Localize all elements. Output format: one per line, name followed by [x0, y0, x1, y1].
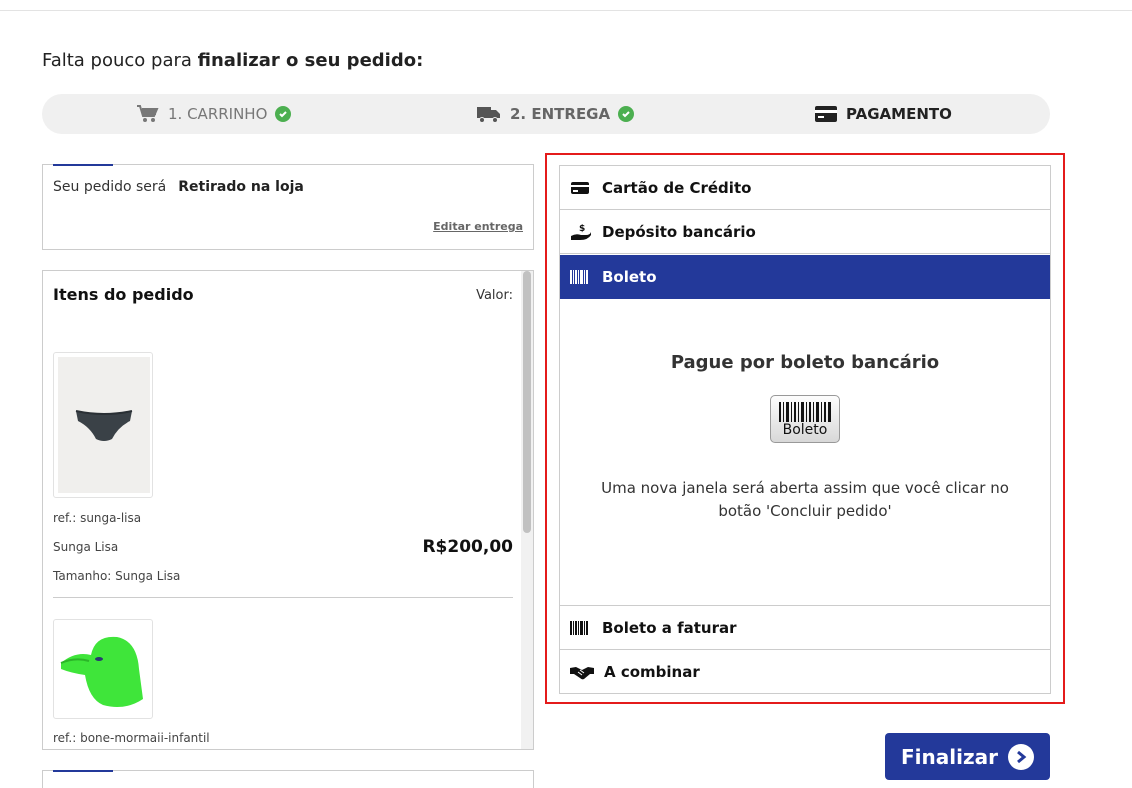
- credit-card-icon: [570, 180, 592, 196]
- payment-method-label: Cartão de Crédito: [602, 178, 752, 197]
- step-payment-label: PAGAMENTO: [846, 105, 952, 123]
- hand-money-icon: $: [570, 223, 592, 241]
- delivery-value: Retirado na loja: [178, 179, 304, 195]
- check-icon: [275, 106, 292, 122]
- payment-highlight-frame: Cartão de Crédito $ Depósito bancário Bo…: [545, 153, 1065, 704]
- step-delivery-label: 2. ENTREGA: [510, 105, 611, 123]
- payment-method-label: Boleto: [602, 268, 657, 286]
- payment-method-bank-deposit[interactable]: $ Depósito bancário: [560, 210, 1050, 254]
- card-icon: [814, 105, 838, 123]
- payment-method-a-combinar[interactable]: A combinar: [560, 650, 1050, 693]
- payment-method-label: A combinar: [604, 662, 700, 681]
- page-title-bold: finalizar o seu pedido:: [197, 50, 424, 71]
- truck-icon: [476, 104, 502, 124]
- finalizar-button[interactable]: Finalizar: [885, 733, 1050, 780]
- payment-method-boleto-faturar[interactable]: Boleto a faturar: [560, 607, 1050, 650]
- items-value-header: Valor:: [476, 288, 513, 303]
- items-scrollbar[interactable]: [521, 271, 533, 749]
- item-price: R$200,00: [422, 537, 513, 557]
- panel-description: Uma nova janela será aberta assim que vo…: [601, 479, 1009, 520]
- handshake-icon: [570, 664, 594, 680]
- summary-box: [42, 770, 534, 788]
- page-title-prefix: Falta pouco para: [42, 50, 198, 71]
- payment-methods: Cartão de Crédito $ Depósito bancário Bo…: [559, 165, 1051, 694]
- item-size: Tamanho: Sunga Lisa: [53, 569, 181, 583]
- step-cart-label: 1. CARRINHO: [168, 105, 268, 123]
- delivery-summary: Seu pedido será Retirado na loja Editar e…: [42, 164, 534, 250]
- boleto-logo: Boleto: [770, 395, 840, 443]
- check-icon: [618, 106, 635, 122]
- edit-delivery-link[interactable]: Editar entrega: [433, 220, 523, 233]
- svg-text:$: $: [579, 224, 585, 234]
- item-ref: ref.: bone-mormaii-infantil: [53, 731, 210, 745]
- delivery-label: Seu pedido será: [53, 179, 167, 195]
- payment-method-label: Boleto a faturar: [602, 619, 737, 637]
- box-accent: [53, 770, 113, 772]
- panel-title: Pague por boleto bancário: [670, 352, 940, 373]
- top-divider: [0, 10, 1132, 11]
- payment-method-boleto[interactable]: Boleto: [560, 255, 1050, 299]
- cart-icon: [136, 104, 160, 124]
- delivery-line: Seu pedido será Retirado na loja: [53, 179, 304, 195]
- step-payment[interactable]: PAGAMENTO: [814, 94, 952, 134]
- barcode-icon: [570, 269, 592, 285]
- barcode-icon: [570, 620, 592, 636]
- item-divider: [53, 597, 513, 598]
- payment-method-credit-card[interactable]: Cartão de Crédito: [560, 166, 1050, 210]
- boleto-panel: Pague por boleto bancário Boleto Uma nov…: [560, 299, 1050, 606]
- items-title: Itens do pedido: [53, 285, 194, 304]
- scrollbar-thumb[interactable]: [523, 271, 531, 533]
- item-name: Sunga Lisa: [53, 540, 119, 554]
- chevron-right-icon: [1007, 743, 1034, 770]
- step-cart[interactable]: 1. CARRINHO: [136, 94, 292, 134]
- checkout-steps: 1. CARRINHO 2. ENTREGA PAGAMENTO: [42, 94, 1050, 134]
- product-image-bone: [53, 619, 153, 719]
- page-title: Falta pouco para finalizar o seu pedido:: [42, 50, 423, 71]
- order-items: Itens do pedido Valor: ref.: sunga-lisa …: [42, 270, 534, 750]
- box-accent: [53, 164, 113, 166]
- product-image-sunga: [53, 352, 153, 498]
- step-delivery[interactable]: 2. ENTREGA: [476, 94, 635, 134]
- item-ref: ref.: sunga-lisa: [53, 511, 142, 525]
- finalizar-label: Finalizar: [901, 744, 998, 769]
- boleto-logo-text: Boleto: [782, 421, 828, 438]
- payment-method-label: Depósito bancário: [602, 222, 756, 241]
